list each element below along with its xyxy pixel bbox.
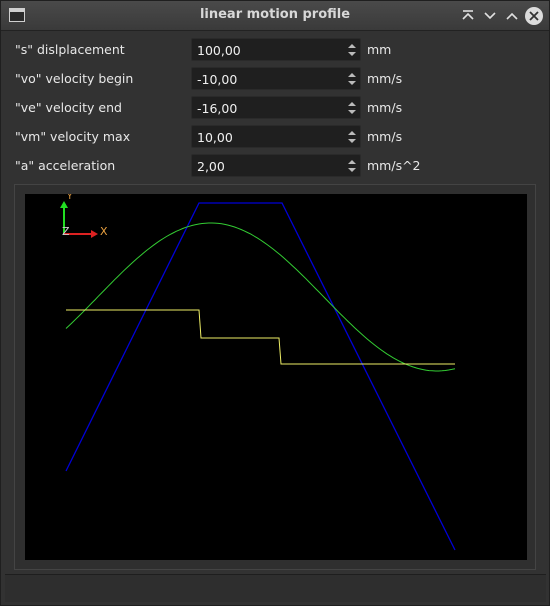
spin-arrows-icon[interactable]	[346, 128, 358, 146]
spin-arrows-icon[interactable]	[346, 41, 358, 59]
velocity-end-spinbox[interactable]: -16,00	[191, 96, 361, 119]
acceleration-spinbox[interactable]: 2,00	[191, 154, 361, 177]
field-row-acceleration: "a" acceleration 2,00 mm/s^2	[1, 151, 549, 177]
velocity-max-spinbox[interactable]: 10,00	[191, 125, 361, 148]
field-unit: mm/s^2	[367, 158, 421, 173]
close-icon[interactable]	[525, 7, 543, 25]
axis-label-x: X	[100, 225, 108, 238]
field-label: "a" acceleration	[15, 158, 116, 173]
keep-above-icon[interactable]	[459, 7, 477, 25]
field-row-velocity-max: "vm" velocity max 10,00 mm/s	[1, 122, 549, 148]
spinbox-value[interactable]: 100,00	[197, 43, 241, 58]
field-row-velocity-begin: "vo" velocity begin -10,00 mm/s	[1, 64, 549, 90]
field-row-displacement: "s" dislplacement 100,00 mm	[1, 35, 549, 61]
spinbox-value[interactable]: -10,00	[197, 72, 237, 87]
field-label: "ve" velocity end	[15, 100, 122, 115]
field-unit: mm/s	[367, 129, 403, 144]
field-label: "s" dislplacement	[15, 42, 125, 57]
field-label: "vm" velocity max	[15, 129, 131, 144]
motion-plot-svg: Y X Z	[60, 194, 456, 551]
spinbox-value[interactable]: -16,00	[197, 101, 237, 116]
velocity-profile-line	[65, 202, 456, 551]
motion-plot-canvas[interactable]: Y X Z	[25, 194, 527, 560]
title-bar[interactable]: linear motion profile	[1, 1, 549, 31]
minimize-icon[interactable]	[481, 7, 499, 25]
field-unit: mm	[367, 42, 392, 57]
status-bar	[5, 574, 546, 602]
spinbox-value[interactable]: 2,00	[197, 159, 225, 174]
maximize-icon[interactable]	[503, 7, 521, 25]
spin-arrows-icon[interactable]	[346, 70, 358, 88]
app-window: linear motion profile "s" dislplacement …	[0, 0, 550, 606]
spin-arrows-icon[interactable]	[346, 157, 358, 175]
displacement-spinbox[interactable]: 100,00	[191, 38, 361, 61]
axis-gizmo: Y X Z	[60, 194, 108, 238]
field-unit: mm/s	[367, 100, 403, 115]
field-label: "vo" velocity begin	[15, 71, 134, 86]
position-curve-line	[65, 222, 456, 372]
field-row-velocity-end: "ve" velocity end -16,00 mm/s	[1, 93, 549, 119]
field-unit: mm/s	[367, 71, 403, 86]
spin-arrows-icon[interactable]	[346, 99, 358, 117]
acceleration-step-line	[66, 309, 455, 365]
velocity-begin-spinbox[interactable]: -10,00	[191, 67, 361, 90]
spinbox-value[interactable]: 10,00	[197, 130, 233, 145]
axis-label-z: Z	[62, 225, 70, 238]
axis-label-y: Y	[66, 194, 73, 202]
